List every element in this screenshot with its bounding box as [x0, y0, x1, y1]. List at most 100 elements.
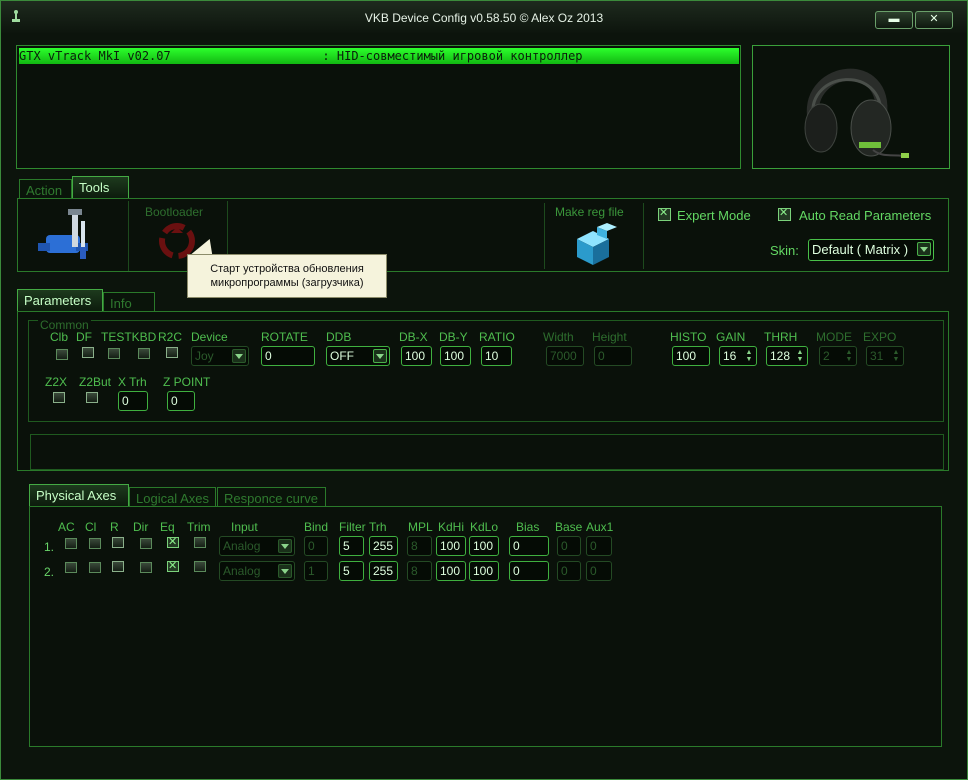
tab-parameters[interactable]: Parameters — [17, 289, 103, 312]
minimize-button[interactable]: ▬ — [875, 11, 913, 29]
rotate-label: ROTATE — [261, 330, 308, 344]
aux1-input[interactable]: 0 — [586, 561, 612, 581]
tools-panel: Bootloader Make reg file Expert Mode Aut… — [17, 198, 949, 272]
dir-checkbox[interactable] — [140, 562, 152, 573]
bias-input[interactable]: 0 — [509, 561, 549, 581]
tab-action[interactable]: Action — [19, 179, 72, 199]
df-checkbox[interactable] — [82, 347, 94, 358]
tooltip-line-1: Старт устройства обновления — [210, 263, 364, 275]
chevron-down-icon — [278, 564, 292, 578]
z2but-checkbox[interactable] — [86, 392, 98, 403]
make-reg-label: Make reg file — [555, 205, 624, 219]
chevron-down-icon — [278, 539, 292, 553]
tools-button[interactable] — [28, 207, 126, 267]
tooltip-line-2: микропрограммы (загрузчика) — [210, 277, 364, 289]
spinner-arrows-icon: ▲ ▼ — [892, 349, 900, 363]
app-window: VKB Device Config v0.58.50 © Alex Oz 201… — [0, 0, 968, 780]
mode-spinner[interactable]: 2 ▲ ▼ — [819, 346, 857, 366]
make-reg-file-button[interactable]: Make reg file — [544, 203, 644, 269]
kdhi-input[interactable]: 100 — [436, 561, 466, 581]
ddb-select[interactable]: OFF — [326, 346, 390, 366]
col-r: R — [110, 520, 119, 534]
expo-spinner[interactable]: 31 ▲ ▼ — [866, 346, 904, 366]
bootloader-label: Bootloader — [145, 205, 204, 219]
filter-input[interactable]: 5 — [339, 536, 364, 556]
trim-checkbox[interactable] — [194, 537, 206, 548]
col-base: Base — [555, 520, 583, 534]
dbx-input[interactable]: 100 — [401, 346, 432, 366]
tab-info[interactable]: Info — [103, 292, 155, 312]
device-select[interactable]: Joy — [191, 346, 249, 366]
skin-select[interactable]: Default ( Matrix ) — [808, 239, 934, 261]
base-input[interactable]: 0 — [557, 536, 581, 556]
input-select[interactable]: Analog — [219, 561, 295, 581]
bind-input[interactable]: 0 — [304, 536, 328, 556]
kdhi-input[interactable]: 100 — [436, 536, 466, 556]
device-image-panel — [752, 45, 950, 169]
col-bind: Bind — [304, 520, 329, 534]
skin-select-value: Default ( Matrix ) — [812, 242, 909, 257]
aux1-input[interactable]: 0 — [586, 536, 612, 556]
histo-input[interactable]: 100 — [672, 346, 710, 366]
ratio-input[interactable]: 10 — [481, 346, 512, 366]
gain-label: GAIN — [716, 330, 746, 344]
tab-physical-axes[interactable]: Physical Axes — [29, 484, 129, 507]
z2x-checkbox[interactable] — [53, 392, 65, 403]
kdlo-input[interactable]: 100 — [469, 536, 499, 556]
tab-logical-axes[interactable]: Logical Axes — [129, 487, 216, 507]
mpl-input[interactable]: 8 — [407, 561, 432, 581]
ac-checkbox[interactable] — [65, 562, 77, 573]
cl-checkbox[interactable] — [89, 538, 101, 549]
col-trh: Trh — [369, 520, 387, 534]
col-trim: Trim — [187, 520, 211, 534]
width-input[interactable]: 7000 — [546, 346, 584, 366]
input-select[interactable]: Analog — [219, 536, 295, 556]
gain-spinner[interactable]: 16 ▲ ▼ — [719, 346, 757, 366]
trim-checkbox[interactable] — [194, 561, 206, 572]
base-input[interactable]: 0 — [557, 561, 581, 581]
device-list[interactable]: GTX vTrack MkI v02.07 : HID-совместимый … — [16, 45, 741, 169]
input-value: Analog — [223, 564, 261, 578]
cl-checkbox[interactable] — [89, 562, 101, 573]
rotate-input[interactable]: 0 — [261, 346, 315, 366]
r-checkbox[interactable] — [112, 561, 124, 572]
dby-input[interactable]: 100 — [440, 346, 471, 366]
title-bar[interactable]: VKB Device Config v0.58.50 © Alex Oz 201… — [1, 1, 967, 33]
auto-read-checkbox[interactable] — [778, 206, 791, 221]
close-button[interactable]: ✕ — [915, 11, 953, 29]
r-checkbox[interactable] — [112, 537, 124, 548]
trh-input[interactable]: 255 — [369, 561, 398, 581]
bias-input[interactable]: 0 — [509, 536, 549, 556]
tab-responce-curve[interactable]: Responce curve — [217, 487, 326, 507]
testkbd2-checkbox[interactable] — [138, 348, 150, 359]
z2but-label: Z2But — [79, 375, 112, 389]
testkbd-checkbox[interactable] — [108, 348, 120, 359]
height-input[interactable]: 0 — [594, 346, 632, 366]
chevron-down-icon — [917, 242, 931, 256]
height-label: Height — [592, 330, 627, 344]
col-kdhi: KdHi — [438, 520, 465, 534]
eq-checkbox[interactable] — [167, 559, 179, 572]
gain-value: 16 — [723, 349, 737, 363]
ratio-label: RATIO — [479, 330, 515, 344]
tab-tools[interactable]: Tools — [72, 176, 129, 199]
zpoint-input[interactable]: 0 — [167, 391, 195, 411]
df-label: DF — [76, 330, 92, 344]
bind-input[interactable]: 1 — [304, 561, 328, 581]
clb-checkbox[interactable] — [56, 349, 68, 360]
chevron-down-icon — [232, 349, 246, 363]
mpl-input[interactable]: 8 — [407, 536, 432, 556]
xtrh-input[interactable]: 0 — [118, 391, 148, 411]
eq-checkbox[interactable] — [167, 535, 179, 548]
dir-checkbox[interactable] — [140, 538, 152, 549]
ac-checkbox[interactable] — [65, 538, 77, 549]
expert-mode-checkbox[interactable] — [658, 206, 671, 221]
filter-input[interactable]: 5 — [339, 561, 364, 581]
row-number: 2. — [44, 565, 55, 579]
thrh-spinner[interactable]: 128 ▲ ▼ — [766, 346, 808, 366]
kdlo-input[interactable]: 100 — [469, 561, 499, 581]
r2c-checkbox[interactable] — [166, 347, 178, 358]
expo-value: 31 — [870, 349, 884, 363]
device-list-item[interactable]: GTX vTrack MkI v02.07 : HID-совместимый … — [19, 48, 739, 64]
trh-input[interactable]: 255 — [369, 536, 398, 556]
